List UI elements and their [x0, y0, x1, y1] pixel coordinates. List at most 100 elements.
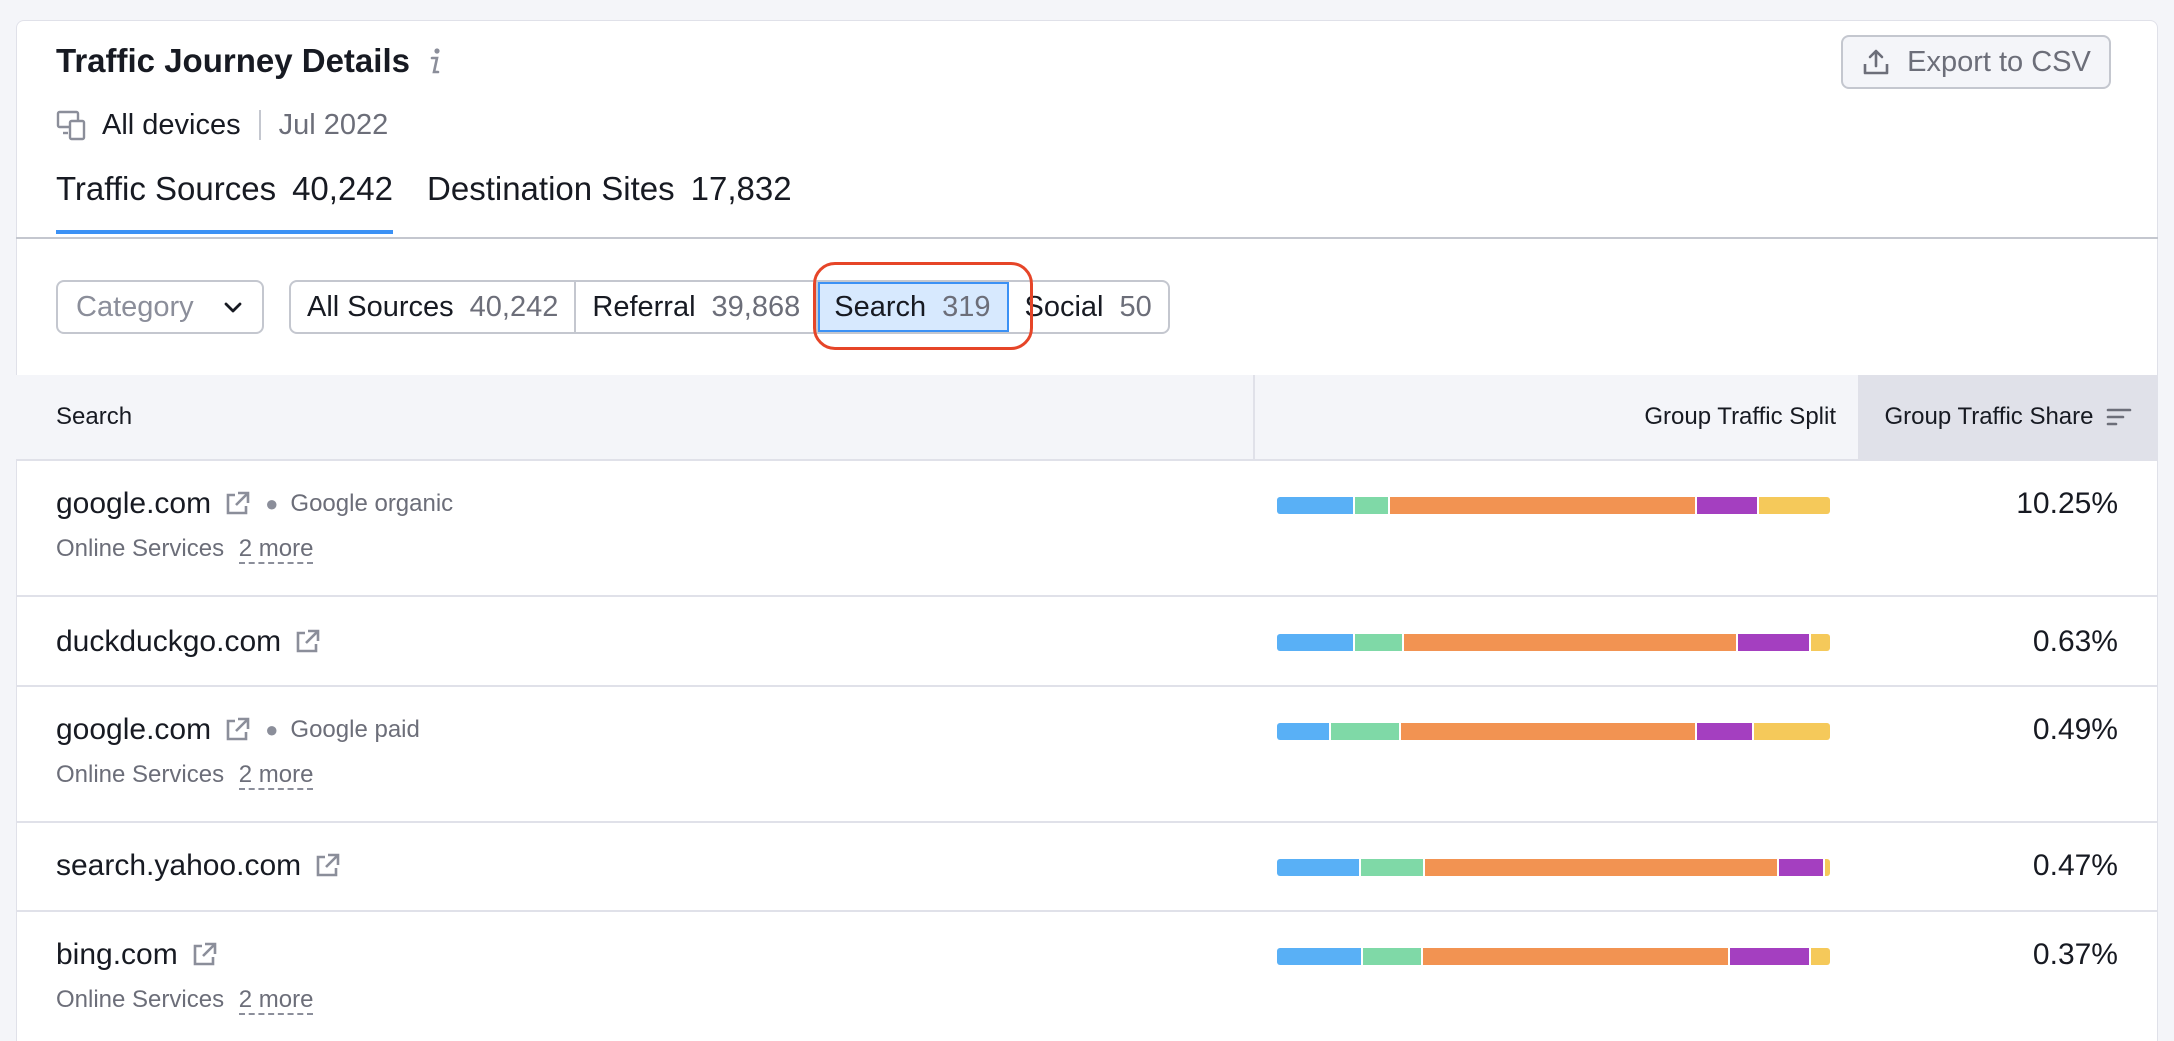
- domain-cell: bing.com: [56, 938, 218, 972]
- filter-label: Referral: [592, 290, 696, 323]
- split-segment-3: [1422, 948, 1728, 965]
- filter-count: 50: [1119, 290, 1152, 323]
- domain-link[interactable]: duckduckgo.com: [56, 625, 281, 659]
- tab-destination-sites[interactable]: Destination Sites 17,832: [427, 170, 792, 234]
- more-categories-link[interactable]: 2 more: [238, 986, 314, 1015]
- traffic-split-bar: [1277, 497, 1830, 514]
- tabs: Traffic Sources 40,242 Destination Sites…: [56, 170, 792, 234]
- traffic-split-bar: [1277, 634, 1830, 651]
- split-segment-3: [1425, 859, 1777, 876]
- date-label: Jul 2022: [278, 108, 389, 141]
- split-segment-2: [1355, 634, 1402, 651]
- device-label: All devices: [102, 108, 241, 141]
- split-segment-1: [1277, 634, 1354, 651]
- split-segment-2: [1360, 859, 1424, 876]
- filter-social[interactable]: Social 50: [1009, 282, 1168, 332]
- traffic-share-value: 0.37%: [2032, 938, 2118, 971]
- traffic-share-value: 0.49%: [2032, 713, 2118, 746]
- devices-icon: [56, 110, 86, 141]
- traffic-share-value: 0.63%: [2032, 625, 2118, 658]
- tab-count: 17,832: [690, 170, 792, 207]
- bullet-separator: ●: [265, 717, 279, 742]
- column-header-share[interactable]: Group Traffic Share: [1858, 375, 2158, 459]
- split-segment-3: [1390, 497, 1696, 514]
- tab-count: 40,242: [292, 170, 394, 207]
- split-segment-5: [1824, 859, 1830, 876]
- split-segment-4: [1697, 723, 1752, 740]
- traffic-share-value: 0.47%: [2032, 849, 2118, 882]
- filter-label: Social: [1024, 290, 1104, 323]
- domain-link[interactable]: bing.com: [56, 938, 178, 972]
- source-filter-group: All Sources 40,242 Referral 39,868 Searc…: [289, 280, 1170, 334]
- upload-icon: [1863, 49, 1889, 75]
- category-label: Online Services: [56, 535, 225, 562]
- traffic-split-bar: [1277, 948, 1830, 965]
- column-header-split: Group Traffic Split: [1644, 403, 1836, 430]
- split-segment-2: [1355, 497, 1388, 514]
- split-segment-2: [1363, 948, 1421, 965]
- external-link-icon[interactable]: [313, 852, 341, 880]
- filter-label: Search: [834, 290, 927, 323]
- domain-link[interactable]: search.yahoo.com: [56, 849, 301, 883]
- split-segment-3: [1403, 634, 1737, 651]
- category-label: Online Services: [56, 986, 225, 1013]
- source-type-label: Google organic: [290, 490, 454, 517]
- category-label: Online Services: [56, 761, 225, 788]
- filter-label: All Sources: [307, 290, 454, 323]
- filter-all-sources[interactable]: All Sources 40,242: [291, 282, 577, 332]
- split-segment-1: [1277, 948, 1362, 965]
- table-row: search.yahoo.com 0.47%: [16, 823, 2158, 912]
- external-link-icon[interactable]: [223, 716, 251, 744]
- table-row: bing.com Online Services 2 more 0.37%: [16, 912, 2158, 1020]
- page-title: Traffic Journey Details: [56, 42, 410, 79]
- domain-cell: duckduckgo.com: [56, 625, 321, 659]
- category-line: Online Services 2 more: [56, 761, 314, 790]
- filter-count: 319: [942, 290, 991, 323]
- bullet-separator: ●: [265, 491, 279, 516]
- info-icon[interactable]: [428, 46, 442, 76]
- domain-cell: search.yahoo.com: [56, 849, 341, 883]
- chevron-down-icon: [224, 302, 242, 313]
- split-segment-3: [1400, 723, 1696, 740]
- filter-count: 40,242: [469, 290, 559, 323]
- split-segment-4: [1738, 634, 1809, 651]
- external-link-icon[interactable]: [293, 628, 321, 656]
- split-segment-2: [1330, 723, 1399, 740]
- tab-label: Destination Sites: [427, 170, 675, 207]
- split-segment-4: [1729, 948, 1809, 965]
- domain-link[interactable]: google.com: [56, 713, 211, 747]
- device-date-row: All devices Jul 2022: [56, 106, 388, 144]
- table-row: google.com ● Google organic Online Servi…: [16, 459, 2158, 597]
- export-label: Export to CSV: [1907, 45, 2091, 78]
- column-divider: [1253, 375, 1255, 459]
- category-line: Online Services 2 more: [56, 535, 314, 564]
- domain-link[interactable]: google.com: [56, 487, 211, 521]
- export-csv-button[interactable]: Export to CSV: [1841, 35, 2111, 89]
- split-segment-5: [1753, 723, 1830, 740]
- split-segment-5: [1810, 634, 1830, 651]
- tab-traffic-sources[interactable]: Traffic Sources 40,242: [56, 170, 394, 234]
- split-segment-1: [1277, 859, 1359, 876]
- table-row: duckduckgo.com 0.63%: [16, 597, 2158, 687]
- split-segment-5: [1759, 497, 1830, 514]
- tab-divider: [16, 237, 2158, 239]
- external-link-icon[interactable]: [190, 941, 218, 969]
- traffic-split-bar: [1277, 723, 1830, 740]
- more-categories-link[interactable]: 2 more: [238, 761, 314, 790]
- traffic-split-bar: [1277, 859, 1830, 876]
- tab-label: Traffic Sources: [56, 170, 277, 207]
- filter-count: 39,868: [711, 290, 801, 323]
- split-segment-5: [1810, 948, 1830, 965]
- divider: [258, 110, 261, 140]
- external-link-icon[interactable]: [223, 490, 251, 518]
- split-segment-4: [1697, 497, 1758, 514]
- domain-cell: google.com ● Google organic: [56, 487, 453, 521]
- column-header-share-label: Group Traffic Share: [1884, 403, 2094, 430]
- category-dropdown[interactable]: Category: [56, 280, 264, 334]
- filter-referral[interactable]: Referral 39,868: [576, 282, 819, 332]
- filter-search[interactable]: Search 319: [818, 282, 1009, 332]
- category-placeholder: Category: [76, 290, 194, 323]
- split-segment-1: [1277, 723, 1329, 740]
- domain-cell: google.com ● Google paid: [56, 713, 420, 747]
- more-categories-link[interactable]: 2 more: [238, 535, 314, 564]
